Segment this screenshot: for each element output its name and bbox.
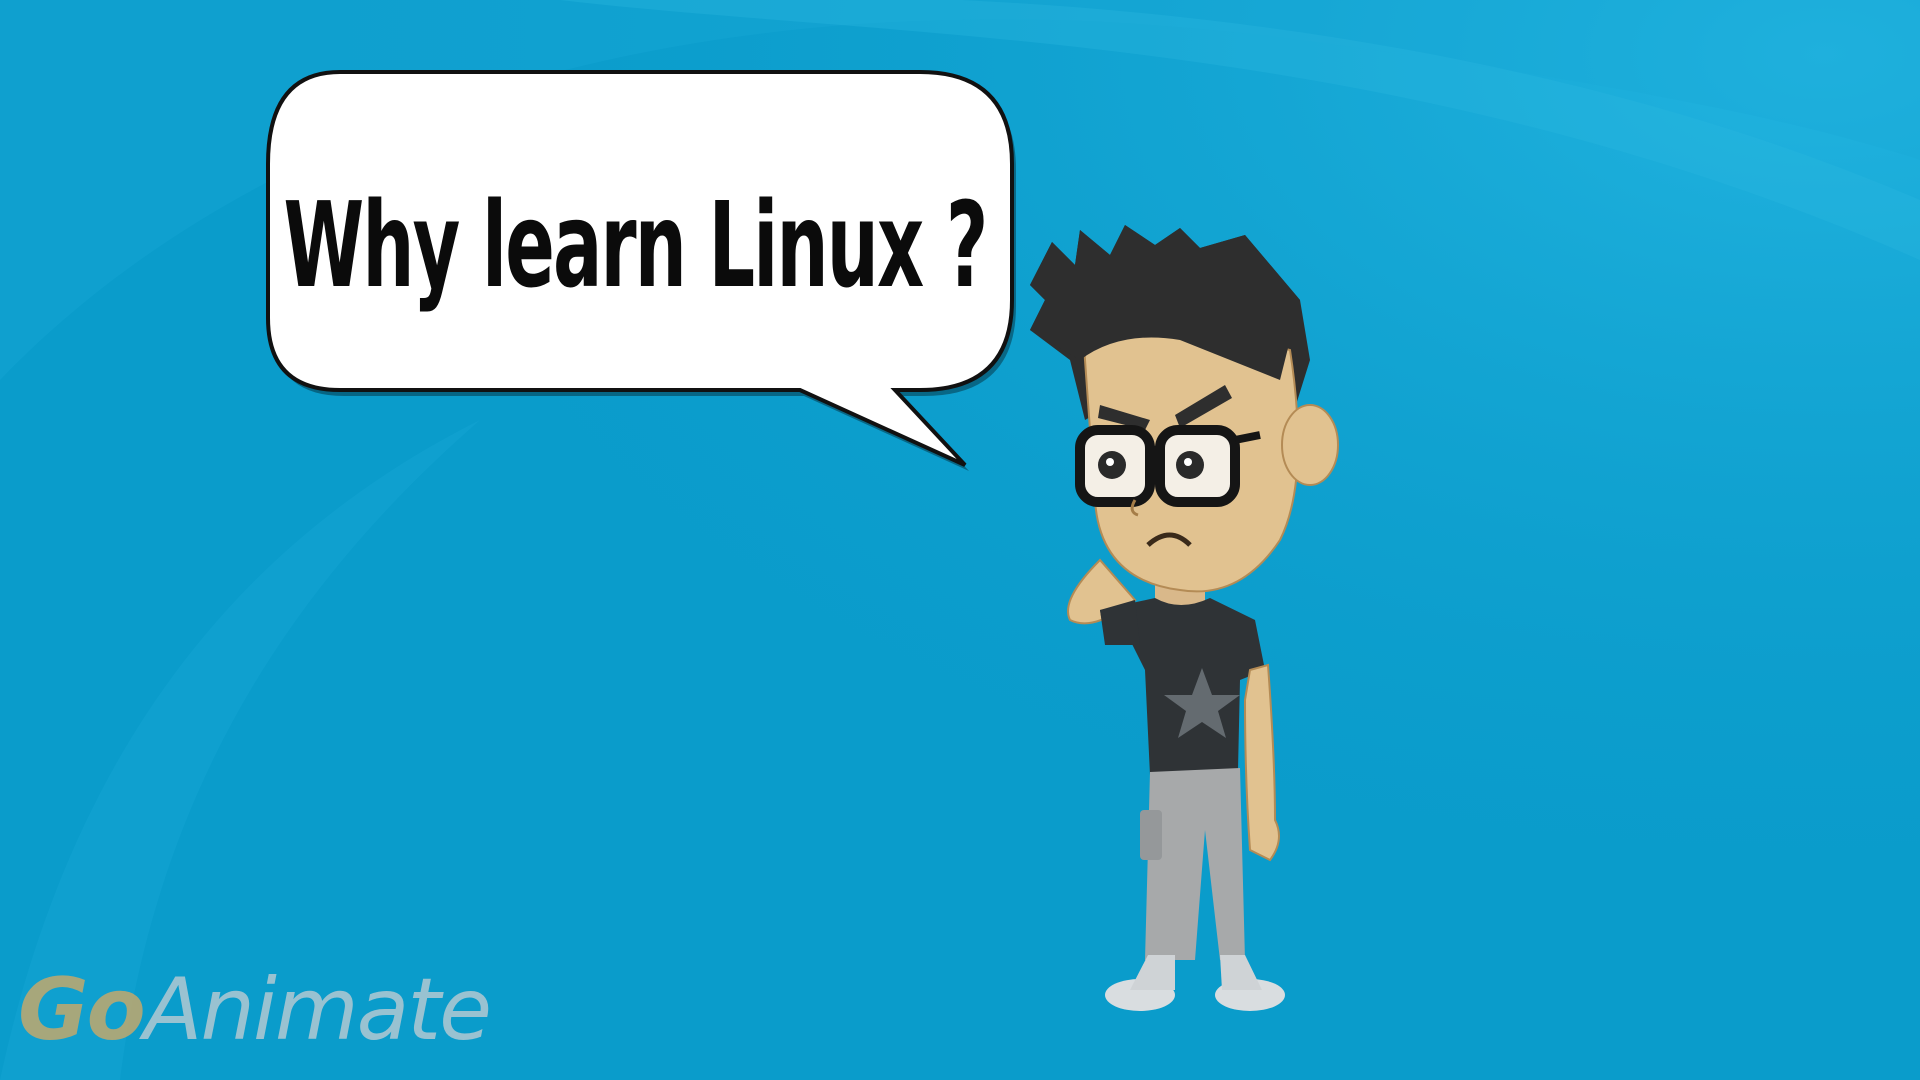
goanimate-watermark: GoAnimate bbox=[18, 960, 492, 1060]
watermark-animate: Animate bbox=[143, 960, 492, 1060]
speech-bubble-text: Why learn Linux ? bbox=[283, 176, 989, 314]
thinking-boy-icon bbox=[1030, 225, 1339, 1011]
speech-bubble bbox=[266, 70, 1016, 471]
watermark-go: Go bbox=[18, 960, 146, 1060]
